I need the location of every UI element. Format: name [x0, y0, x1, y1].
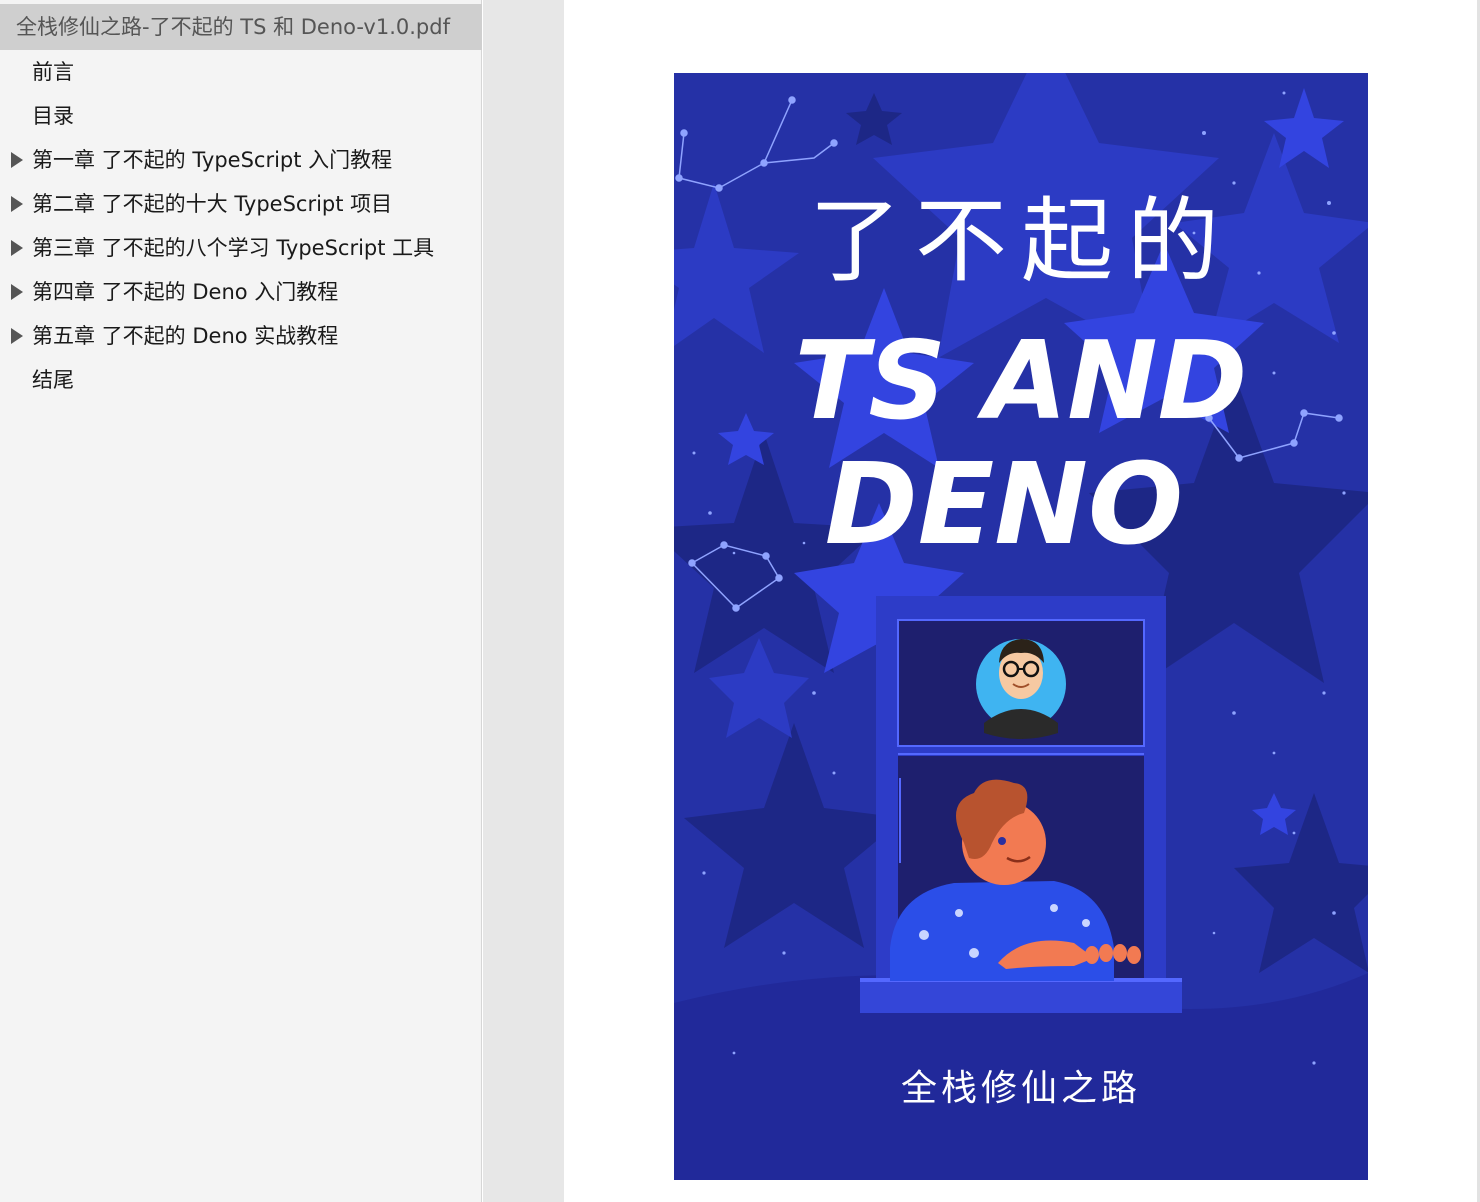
- outline-sidebar: 全栈修仙之路-了不起的 TS 和 Deno-v1.0.pdf 前言 目录 第一章…: [0, 0, 482, 1202]
- outline-item-label: 第一章 了不起的 TypeScript 入门教程: [32, 148, 393, 172]
- disclosure-triangle-icon[interactable]: [10, 228, 26, 268]
- cover-title-cn: 了不起的: [809, 188, 1233, 295]
- book-cover-page: 了不起的 TS AND DENO 全栈修仙之路: [674, 73, 1368, 1180]
- outline-item-chapter-4[interactable]: 第四章 了不起的 Deno 入门教程: [0, 272, 482, 312]
- cover-title-line1: TS AND: [795, 319, 1248, 444]
- outline-item-toc[interactable]: 目录: [0, 96, 482, 136]
- outline-item-preface[interactable]: 前言: [0, 52, 482, 92]
- cover-title-line2: DENO: [825, 440, 1183, 570]
- document-viewer[interactable]: 了不起的 TS AND DENO 全栈修仙之路: [564, 0, 1480, 1202]
- outline-item-label: 第二章 了不起的十大 TypeScript 项目: [32, 192, 393, 216]
- outline-item-label: 结尾: [32, 368, 74, 392]
- outline-item-ending[interactable]: 结尾: [0, 360, 482, 400]
- outline-item-chapter-2[interactable]: 第二章 了不起的十大 TypeScript 项目: [0, 184, 482, 224]
- outline-item-label: 第三章 了不起的八个学习 TypeScript 工具: [32, 236, 435, 260]
- disclosure-triangle-icon[interactable]: [10, 316, 26, 356]
- outline-item-label: 前言: [32, 60, 74, 84]
- outline-item-label: 第四章 了不起的 Deno 入门教程: [32, 280, 339, 304]
- document-title[interactable]: 全栈修仙之路-了不起的 TS 和 Deno-v1.0.pdf: [0, 4, 482, 50]
- outline-item-label: 目录: [32, 104, 74, 128]
- outline-item-label: 第五章 了不起的 Deno 实战教程: [32, 324, 339, 348]
- cover-author: 全栈修仙之路: [901, 1068, 1141, 1109]
- outline-item-chapter-5[interactable]: 第五章 了不起的 Deno 实战教程: [0, 316, 482, 356]
- outline-item-chapter-1[interactable]: 第一章 了不起的 TypeScript 入门教程: [0, 140, 482, 180]
- author-avatar: [976, 639, 1066, 739]
- disclosure-triangle-icon[interactable]: [10, 272, 26, 312]
- disclosure-triangle-icon[interactable]: [10, 184, 26, 224]
- outline-item-chapter-3[interactable]: 第三章 了不起的八个学习 TypeScript 工具: [0, 228, 482, 268]
- sidebar-gutter: [483, 0, 564, 1202]
- cover-illustration: 了不起的 TS AND DENO 全栈修仙之路: [674, 73, 1368, 1180]
- disclosure-triangle-icon[interactable]: [10, 140, 26, 180]
